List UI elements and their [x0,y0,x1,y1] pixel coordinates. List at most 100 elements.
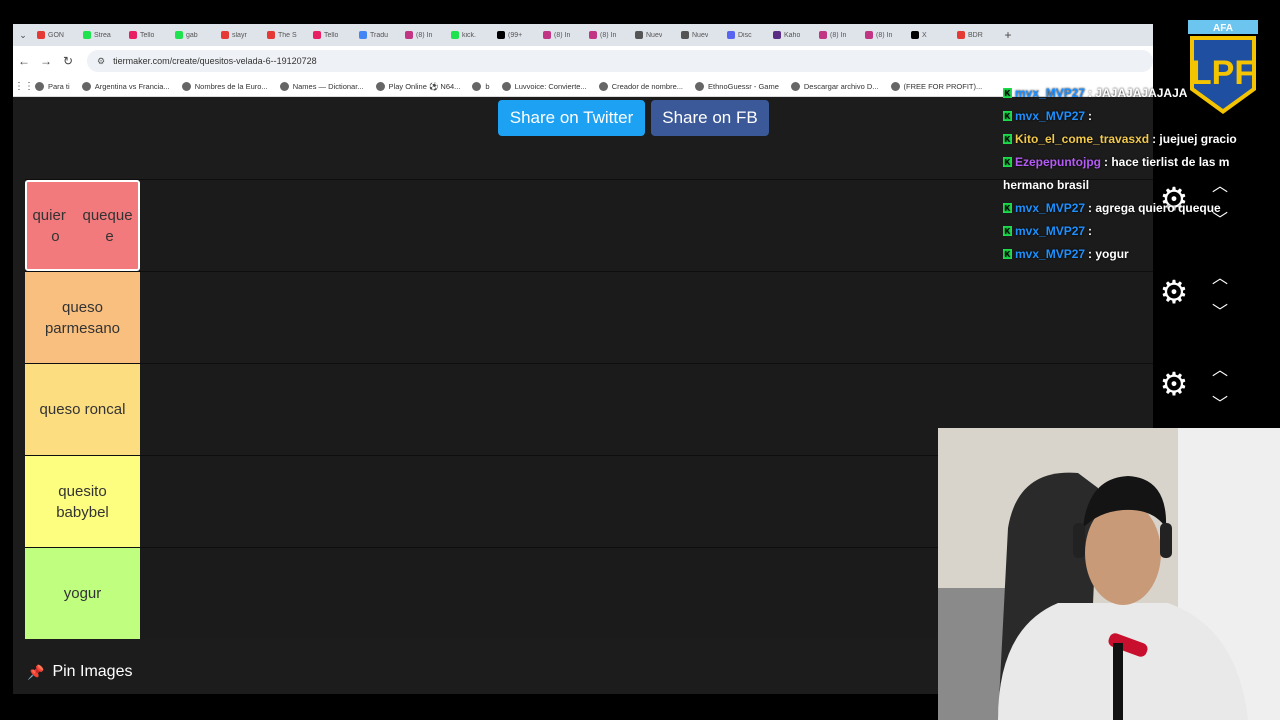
tab-title: Nuev [692,31,709,39]
tab-title: (8) In [416,31,433,39]
tab-favicon-icon [727,31,735,39]
tier-label[interactable]: queso roncal [25,364,140,455]
bookmark-item[interactable]: b [472,81,490,91]
bookmark-item[interactable]: Descargar archivo D... [790,81,879,91]
chat-text: : yogur [1088,247,1129,261]
browser-tab[interactable]: (8) In [585,24,631,46]
browser-tab[interactable]: Nuev [631,24,677,46]
browser-tab[interactable]: Tello [125,24,171,46]
tab-favicon-icon [773,31,781,39]
tab-strip: ⌄ GON Strea Tello gab slayr The S Tello Tradu (8… [13,24,1153,46]
bookmark-item[interactable]: Argentina vs Francia... [81,81,170,91]
browser-tab[interactable]: Disc [723,24,769,46]
browser-tab[interactable]: BDR [953,24,999,46]
browser-tab[interactable]: (99+ [493,24,539,46]
pin-images-toggle[interactable]: 📌 Pin Images [27,663,132,681]
browser-tab[interactable]: Tello [309,24,355,46]
forward-button[interactable]: → [35,54,57,68]
tab-search-chevron-icon[interactable]: ⌄ [13,30,33,41]
chat-text: : [1088,109,1093,123]
tier-label-text: quier queque o e [32,205,132,247]
chat-username[interactable]: mvx_MVP27 [1015,224,1085,238]
gear-icon[interactable]: ⚙ [1157,367,1191,401]
chat-username[interactable]: mvx_MVP27 [1015,201,1085,215]
chat-username[interactable]: Kito_el_come_travasxd [1015,132,1149,146]
browser-tab[interactable]: (8) In [539,24,585,46]
bookmark-label: Luvvoice: Convierte... [514,81,587,91]
chat-username[interactable]: mvx_MVP27 [1015,86,1085,100]
browser-tab[interactable]: Nuev [677,24,723,46]
bookmark-item[interactable]: Creador de nombre... [598,81,683,91]
new-tab-button[interactable]: + [999,28,1017,42]
chevron-up-icon[interactable]: ︿ [1208,264,1232,288]
tier-label[interactable]: quesito babybel [25,456,140,547]
bookmark-item[interactable]: Play Online ⚽ N64... [375,81,460,91]
browser-tab[interactable]: gab [171,24,217,46]
tier-label-line: queso [62,298,103,316]
tab-favicon-icon [267,31,275,39]
bookmark-label: EthnoGuessr - Game [708,81,779,91]
reload-button[interactable]: ↻ [57,54,79,68]
tab-title: Tello [140,31,155,39]
apps-grid-icon[interactable]: ⋮⋮ [13,81,35,92]
browser-tab[interactable]: slayr [217,24,263,46]
bookmark-item[interactable]: Names — Dictionar... [279,81,364,91]
tier-label-line: yogur [63,585,102,602]
chevron-up-icon[interactable]: ︿ [1208,356,1232,380]
tier-label-text: queso parmesano [45,297,120,339]
browser-tab[interactable]: kick. [447,24,493,46]
browser-tab[interactable]: (8) In [815,24,861,46]
tab-favicon-icon [681,31,689,39]
chat-text: : hace tierlist de las m [1104,155,1230,169]
chevron-down-icon[interactable]: ﹀ [1208,298,1232,322]
bookmark-favicon-icon [890,81,900,91]
gear-icon[interactable]: ⚙ [1157,275,1191,309]
lpf-logo-icon: AFA LPF [1188,20,1258,114]
chat-message: K Ezepepuntojpg: hace tierlist de las m [1003,155,1229,169]
bookmark-item[interactable]: Nombres de la Euro... [181,81,268,91]
back-button[interactable]: ← [13,54,35,68]
site-info-icon[interactable]: ⚙ [97,56,105,67]
bookmark-item[interactable]: Luvvoice: Convierte... [501,81,587,91]
browser-tab[interactable]: Strea [79,24,125,46]
browser-tab[interactable]: X [907,24,953,46]
bookmark-favicon-icon [279,81,289,91]
share-fb-button[interactable]: Share on FB [651,100,769,136]
tab-title: Tello [324,31,339,39]
tab-favicon-icon [359,31,367,39]
tab-title: Disc [738,31,752,39]
bookmark-label: Para ti [48,81,70,91]
tier-label-text: yogur [64,583,102,604]
bookmark-item[interactable]: Para ti [35,81,70,91]
browser-tab[interactable]: (8) In [861,24,907,46]
chat-username[interactable]: mvx_MVP27 [1015,247,1085,261]
browser-tab[interactable]: Tradu [355,24,401,46]
browser-tab[interactable]: GON [33,24,79,46]
tier-row[interactable]: quier queque o e [25,179,1153,271]
tab-title: (8) In [600,31,617,39]
tab-title: The S [278,31,297,39]
bookmark-label: Descargar archivo D... [803,81,879,91]
bookmark-item[interactable]: (FREE FOR PROFIT)... [890,81,982,91]
bookmark-favicon-icon [81,81,91,91]
tier-label-line: quesito [58,482,107,500]
browser-tab[interactable]: (8) In [401,24,447,46]
tab-favicon-icon [221,31,229,39]
tab-title: Strea [94,31,111,39]
tier-label[interactable]: yogur [25,548,140,639]
bookmark-item[interactable]: EthnoGuessr - Game [695,81,779,91]
tabs-container: GON Strea Tello gab slayr The S Tello Tradu (8) … [33,24,999,46]
tier-row[interactable]: queso parmesano [25,271,1153,363]
tier-label[interactable]: quier queque o e [25,180,140,271]
browser-tab[interactable]: The S [263,24,309,46]
chat-username[interactable]: mvx_MVP27 [1015,109,1085,123]
share-twitter-button[interactable]: Share on Twitter [498,100,645,136]
bookmark-label: b [485,81,490,91]
tier-label[interactable]: queso parmesano [25,272,140,363]
url-field[interactable]: ⚙ tiermaker.com/create/quesitos-velada-6… [87,50,1153,72]
browser-tab[interactable]: Kaho [769,24,815,46]
tab-favicon-icon [635,31,643,39]
chevron-down-icon[interactable]: ﹀ [1208,390,1232,414]
kick-badge-icon: K [1003,249,1012,259]
chat-username[interactable]: Ezepepuntojpg [1015,155,1101,169]
